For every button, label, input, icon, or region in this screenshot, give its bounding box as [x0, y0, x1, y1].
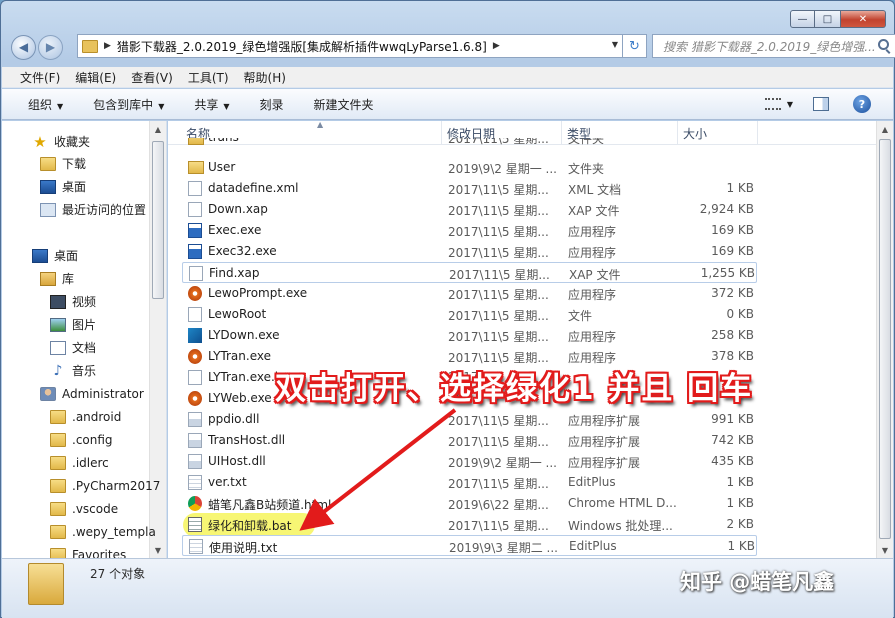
arrow-line	[299, 408, 457, 531]
watermark: 知乎 @蜡笔凡鑫	[680, 570, 835, 594]
annotation-arrow	[299, 408, 457, 531]
annotation-text: 双击打开、选择绿化1 并且 回车	[275, 371, 754, 407]
